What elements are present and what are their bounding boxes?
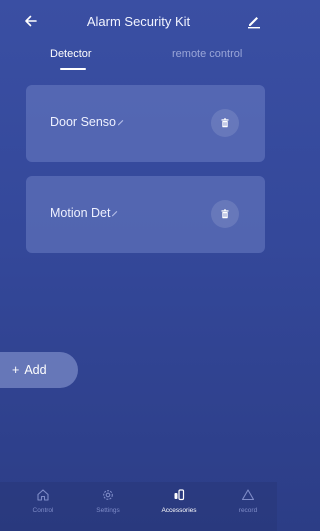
nav-label-record: record — [238, 507, 258, 514]
device-card-door-sensor[interactable]: Door Senso — [26, 85, 265, 162]
device-card-motion-detector[interactable]: Motion Det — [26, 176, 265, 253]
trash-icon — [221, 209, 229, 219]
pencil-icon[interactable] — [111, 209, 119, 217]
page-title: Alarm Security Kit — [86, 14, 191, 29]
nav-item-settings[interactable]: Settings — [78, 488, 138, 514]
tab-detector[interactable]: Detector — [50, 48, 92, 60]
add-device-button[interactable]: + Add — [0, 352, 78, 388]
nav-item-control[interactable]: Control — [13, 488, 73, 514]
bottom-nav: Control Settings Accessories record — [0, 482, 277, 531]
back-button[interactable] — [20, 10, 42, 32]
nav-label-control: Control — [32, 507, 54, 514]
gear-icon — [103, 490, 113, 500]
nav-item-accessories[interactable]: Accessories — [149, 488, 209, 514]
accessories-icon — [174, 489, 185, 501]
pencil-icon — [248, 17, 260, 29]
edit-button[interactable] — [243, 10, 265, 32]
device-card-label-wrap: Motion Det — [50, 206, 119, 220]
add-button-label: Add — [24, 363, 47, 377]
nav-label-settings: Settings — [96, 507, 120, 514]
plus-icon: + — [12, 363, 20, 377]
header: Alarm Security Kit — [0, 0, 277, 44]
pencil-icon[interactable] — [117, 118, 125, 126]
device-card-label-wrap: Door Senso — [50, 115, 125, 129]
device-name-door-sensor: Door Senso — [50, 115, 117, 129]
nav-label-accessories: Accessories — [161, 507, 197, 514]
arrow-left-icon — [25, 15, 37, 27]
active-tab-indicator — [60, 68, 86, 70]
nav-item-record[interactable]: record — [218, 488, 278, 514]
delete-button[interactable] — [211, 200, 239, 228]
delete-button[interactable] — [211, 109, 239, 137]
warning-icon — [241, 489, 255, 501]
tab-remote-control[interactable]: remote control — [172, 48, 242, 60]
home-icon — [37, 489, 49, 501]
tab-bar: Detector remote control — [0, 44, 277, 72]
trash-icon — [221, 118, 229, 128]
device-name-motion-detector: Motion Det — [50, 206, 111, 220]
